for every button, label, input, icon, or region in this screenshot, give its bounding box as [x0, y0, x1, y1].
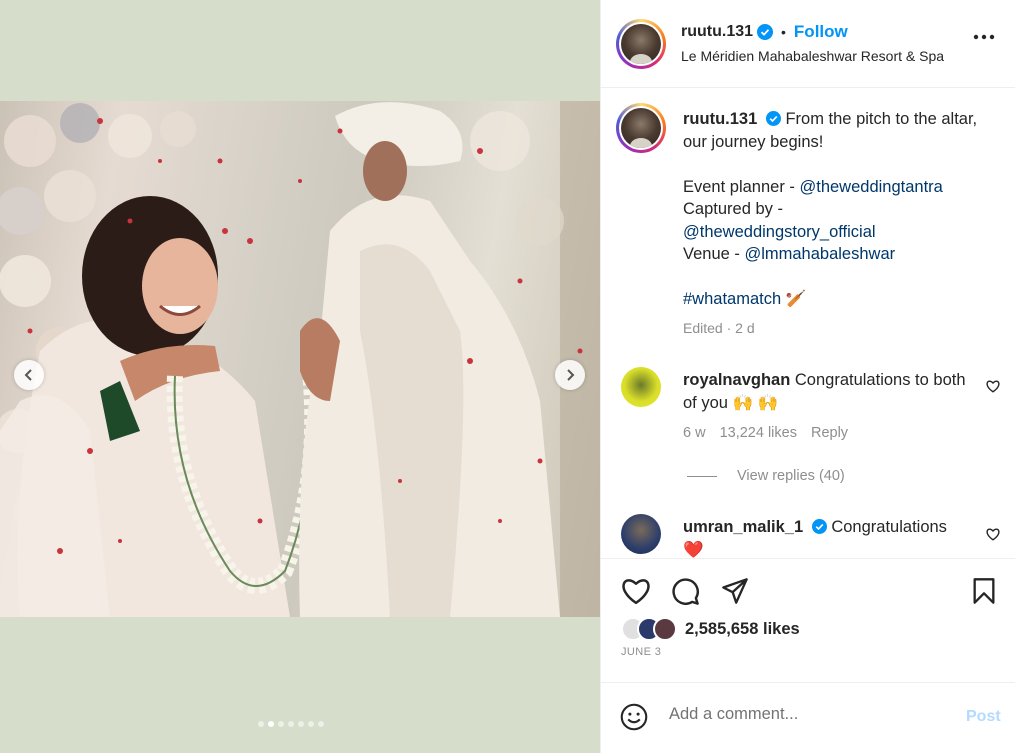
post-date: JUNE 3 [621, 646, 662, 658]
reply-button[interactable]: Reply [811, 425, 848, 441]
comment-emoji: ❤️ [683, 540, 704, 559]
carousel-prev-button[interactable] [14, 360, 44, 390]
comments-list[interactable]: ruutu.131 From the pitch to the altar, o… [601, 88, 1015, 558]
author-avatar[interactable] [616, 19, 666, 69]
post-comment-button[interactable]: Post [966, 708, 1001, 726]
hashtag-emoji: 🏏 [785, 290, 807, 308]
comment-icon[interactable] [671, 577, 700, 606]
verified-badge-icon [757, 24, 774, 40]
venue-handle-link[interactable]: @lmmahabaleshwar [744, 245, 895, 263]
verified-badge-icon [811, 519, 827, 534]
post-caption: ruutu.131 From the pitch to the altar, o… [683, 108, 983, 339]
comment-body: umran_malik_1 Congratulations ❤️ [683, 516, 973, 558]
carousel-dot [298, 721, 304, 727]
caption-avatar[interactable] [616, 103, 666, 153]
chevron-left-icon [24, 369, 32, 381]
verified-badge-icon [765, 111, 781, 126]
comment-time: 6 w [683, 425, 706, 441]
commenter-username[interactable]: royalnavghan [683, 371, 790, 389]
chevron-right-icon [567, 369, 575, 381]
likes-summary[interactable]: 2,585,658 likes [621, 617, 800, 641]
liker-avatar [653, 617, 677, 641]
comment-composer: Post [601, 682, 1015, 753]
carousel-dot [318, 721, 324, 727]
bookmark-icon[interactable] [971, 577, 997, 605]
heart-icon[interactable] [621, 577, 651, 605]
likes-count[interactable]: 2,585,658 likes [685, 620, 800, 639]
post-media [0, 0, 600, 753]
hashtag-link[interactable]: #whatamatch [683, 290, 781, 308]
comment-like-heart-icon[interactable] [986, 380, 1000, 393]
header-separator: • [781, 24, 786, 40]
commenter-avatar[interactable] [621, 514, 661, 554]
carousel-next-button[interactable] [555, 360, 585, 390]
photographer-handle-link[interactable]: @theweddingstory_official [683, 223, 876, 241]
comment-meta: 6 w 13,224 likes Reply [683, 425, 848, 441]
venue-label: Venue - [683, 245, 745, 263]
comment-likes[interactable]: 13,224 likes [720, 425, 797, 441]
carousel-dots [258, 721, 324, 727]
planner-label: Event planner - [683, 177, 800, 196]
author-username[interactable]: ruutu.131 [681, 23, 753, 41]
comment-like-heart-icon[interactable] [986, 528, 1000, 541]
planner-handle-link[interactable]: @theweddingtantra [799, 178, 942, 196]
post-panel: ruutu.131 • Follow Le Méridien Mahabales… [600, 0, 1015, 753]
view-replies-button[interactable]: View replies (40) [687, 468, 845, 484]
caption-username[interactable]: ruutu.131 [683, 110, 757, 128]
follow-button[interactable]: Follow [794, 22, 848, 42]
captured-label: Captured by - [683, 200, 783, 218]
post-header: ruutu.131 • Follow Le Méridien Mahabales… [601, 0, 1015, 88]
caption-edited-time: Edited · 2 d [683, 319, 755, 336]
emoji-icon[interactable] [620, 703, 648, 731]
carousel-dot [278, 721, 284, 727]
post-actions: 2,585,658 likes JUNE 3 [601, 558, 1015, 682]
commenter-avatar[interactable] [621, 367, 661, 407]
more-options-icon[interactable] [973, 34, 995, 40]
author-row: ruutu.131 • Follow [681, 22, 848, 42]
commenter-username[interactable]: umran_malik_1 [683, 518, 803, 536]
share-icon[interactable] [721, 577, 749, 605]
comment-body: royalnavghan Congratulations to both of … [683, 369, 973, 414]
comment-input[interactable] [669, 705, 939, 724]
post-location[interactable]: Le Méridien Mahabaleshwar Resort & Spa [681, 48, 956, 64]
comment-text: Congratulations [831, 518, 947, 536]
carousel-dot [308, 721, 314, 727]
wedding-photo-illustration [0, 101, 600, 617]
view-replies-label: View replies (40) [737, 468, 845, 484]
carousel-dot [258, 721, 264, 727]
wedding-photo [0, 101, 600, 617]
carousel-dot [288, 721, 294, 727]
carousel-dot [268, 721, 274, 727]
